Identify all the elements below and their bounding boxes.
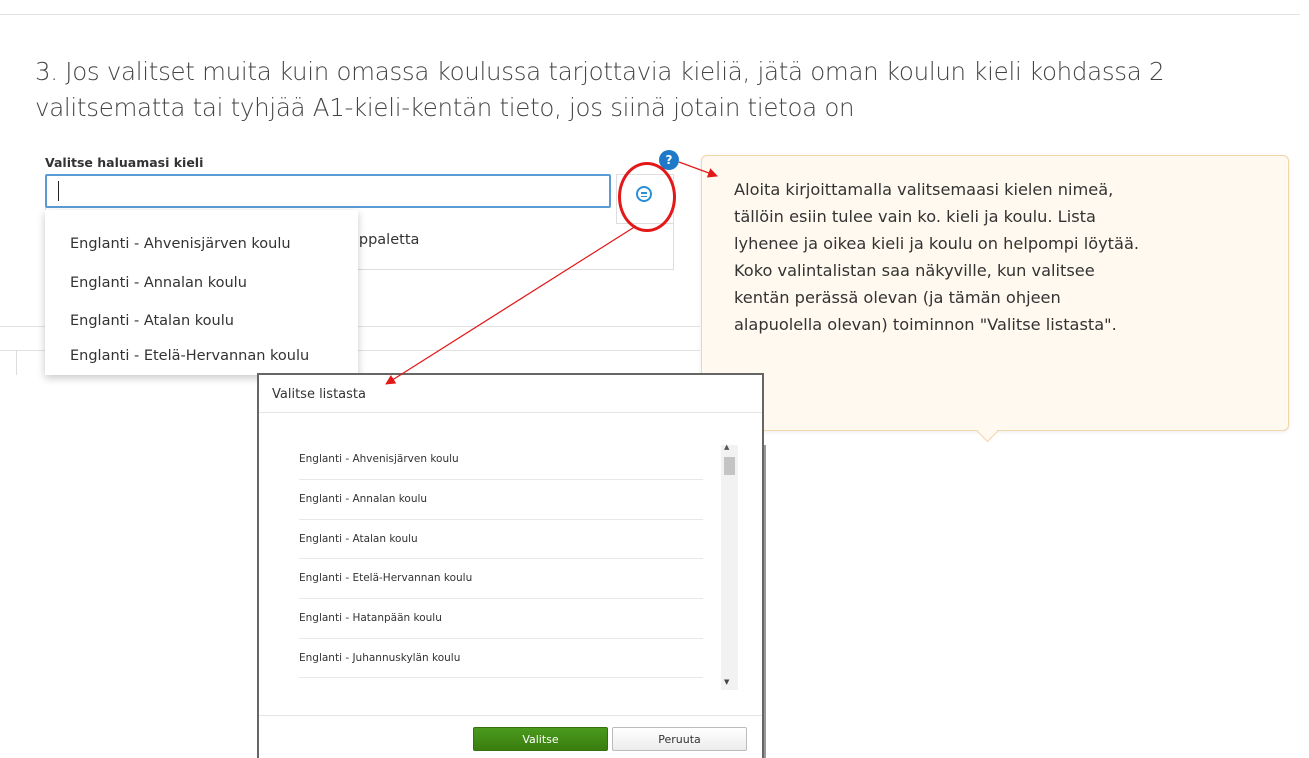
select-from-list-dialog	[257, 373, 764, 758]
dialog-list-item[interactable]: Englanti - Hatanpään koulu	[299, 612, 703, 624]
dialog-title: Valitse listasta	[272, 387, 366, 402]
dropdown-option[interactable]: Englanti - Atalan koulu	[70, 313, 234, 329]
top-divider	[0, 14, 1300, 15]
dialog-list-item[interactable]: Englanti - Annalan koulu	[299, 493, 703, 505]
dialog-list-item[interactable]: Englanti - Juhannuskylän koulu	[299, 652, 703, 664]
scroll-up-icon[interactable]: ▲	[724, 443, 729, 451]
dialog-list-item[interactable]: Englanti - Atalan koulu	[299, 533, 703, 545]
scroll-down-icon[interactable]: ▼	[724, 678, 729, 686]
language-field-label: Valitse haluamasi kieli	[45, 155, 204, 170]
dropdown-option[interactable]: Englanti - Annalan koulu	[70, 275, 247, 291]
annotation-circle	[618, 162, 676, 232]
list-separator	[299, 519, 703, 520]
dialog-list-item[interactable]: Englanti - Ahvenisjärven koulu	[299, 453, 703, 465]
question-title-line1: 3. Jos valitset muita kuin omassa koulus…	[35, 57, 1165, 86]
list-separator	[299, 677, 703, 678]
list-separator	[299, 598, 703, 599]
dialog-edge	[764, 445, 766, 758]
dropdown-option[interactable]: Englanti - Ahvenisjärven koulu	[70, 236, 291, 252]
language-search-input[interactable]	[45, 174, 611, 208]
select-button[interactable]: Valitse	[473, 727, 608, 751]
field-result-text: appaletta	[350, 232, 420, 248]
dropdown-option[interactable]: Englanti - Etelä-Hervannan koulu	[70, 348, 309, 364]
list-separator	[299, 479, 703, 480]
question-title-line2: valitsematta tai tyhjää A1-kieli-kentän …	[35, 93, 855, 122]
scrollbar-thumb[interactable]	[724, 457, 735, 475]
question-title: 3. Jos valitset muita kuin omassa koulus…	[35, 54, 1309, 126]
help-tooltip-text: Aloita kirjoittamalla valitsemaasi kiele…	[734, 180, 1140, 334]
text-caret	[58, 181, 59, 201]
dialog-list-item[interactable]: Englanti - Etelä-Hervannan koulu	[299, 572, 703, 584]
cancel-button[interactable]: Peruuta	[612, 727, 747, 751]
list-separator	[299, 638, 703, 639]
autocomplete-dropdown: Englanti - Ahvenisjärven koulu Englanti …	[45, 210, 358, 375]
dialog-scrollbar[interactable]	[721, 445, 738, 690]
dialog-footer-divider	[259, 715, 762, 716]
list-separator	[299, 558, 703, 559]
section-frame-edge	[16, 350, 17, 375]
